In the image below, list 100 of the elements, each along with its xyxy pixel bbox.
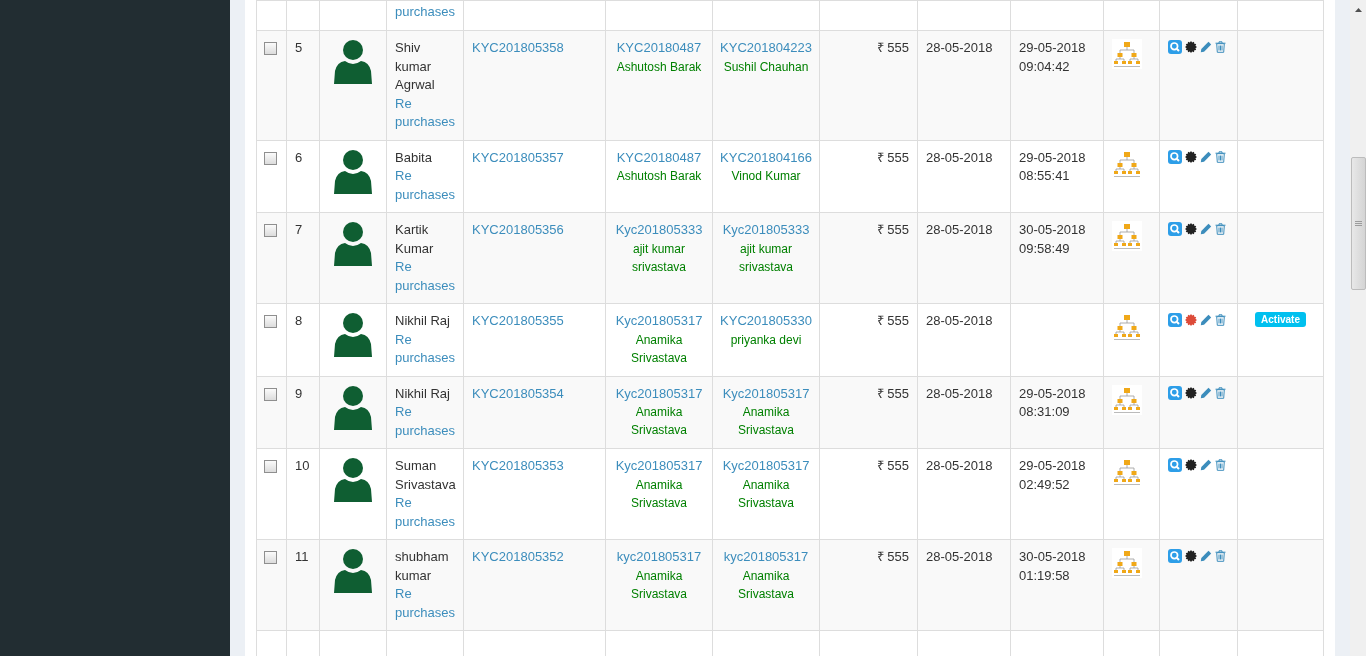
member-id-link[interactable]: KYC201805354 bbox=[472, 385, 564, 401]
activation-time: 08:55:41 bbox=[1019, 167, 1071, 185]
row-checkbox[interactable] bbox=[264, 42, 277, 55]
pencil-icon[interactable] bbox=[1200, 314, 1212, 326]
activation-time: 09:04:42 bbox=[1019, 57, 1071, 76]
member-name: Anamika Srivastava bbox=[630, 476, 688, 512]
repurchases-link[interactable]: Re purchases bbox=[395, 403, 459, 440]
member-name: Anamika Srivastava bbox=[737, 404, 795, 439]
member-id-link[interactable]: kyc201805317 bbox=[723, 548, 809, 567]
member-name: Anamika Srivastava bbox=[630, 567, 688, 603]
org-chart-icon[interactable] bbox=[1112, 312, 1142, 342]
member-id-link[interactable]: Kyc201805317 bbox=[615, 384, 703, 403]
member-id-link[interactable]: KYC201805353 bbox=[472, 458, 564, 473]
row-checkbox[interactable] bbox=[264, 460, 277, 473]
pencil-icon[interactable] bbox=[1200, 150, 1212, 163]
trash-icon[interactable] bbox=[1215, 550, 1226, 562]
activation-date: 30-05-2018 bbox=[1019, 548, 1087, 566]
repurchases-link[interactable]: Re purchases bbox=[395, 330, 459, 368]
scrollbar[interactable] bbox=[1350, 0, 1366, 656]
member-id-link[interactable]: Kyc201805333 bbox=[615, 221, 703, 240]
scrollbar-thumb[interactable] bbox=[1351, 157, 1366, 290]
member-name: ajit kumar srivastava bbox=[631, 240, 687, 276]
member-id-link[interactable]: KYC201805358 bbox=[472, 40, 564, 55]
repurchases-link[interactable]: Re purchases bbox=[395, 167, 459, 204]
member-id-link[interactable]: KYC20180487 bbox=[616, 148, 702, 167]
org-chart-icon[interactable] bbox=[1112, 548, 1142, 578]
trash-icon[interactable] bbox=[1215, 386, 1226, 399]
member-name: priyanka devi bbox=[730, 331, 802, 349]
repurchases-link[interactable]: Re purchases bbox=[395, 585, 459, 622]
scroll-up-arrow-icon[interactable] bbox=[1355, 8, 1362, 12]
row-number: 6 bbox=[295, 149, 303, 165]
badge-icon[interactable] bbox=[1185, 41, 1197, 53]
org-chart-icon[interactable] bbox=[1112, 221, 1142, 251]
member-id-link[interactable]: Kyc201805317 bbox=[615, 312, 703, 331]
row-checkbox[interactable] bbox=[264, 551, 277, 564]
member-id-link[interactable]: kyc201805317 bbox=[616, 548, 702, 567]
org-chart-icon[interactable] bbox=[1112, 384, 1142, 415]
trash-icon[interactable] bbox=[1215, 223, 1226, 235]
activation-time: 01:19:58 bbox=[1019, 566, 1071, 585]
amount: ₹ 555 bbox=[876, 149, 909, 165]
amount: ₹ 555 bbox=[876, 40, 909, 55]
trash-icon[interactable] bbox=[1215, 314, 1226, 326]
member-id-link[interactable]: KYC201805356 bbox=[472, 222, 564, 237]
member-name: Sushil Chauhan bbox=[723, 58, 809, 76]
activation-time: 08:31:09 bbox=[1019, 403, 1071, 421]
badge-icon[interactable] bbox=[1185, 550, 1197, 562]
member-name: Anamika Srivastava bbox=[630, 404, 688, 439]
user-avatar-icon bbox=[334, 549, 372, 593]
user-avatar-icon bbox=[334, 40, 372, 84]
join-date: 28-05-2018 bbox=[926, 549, 993, 564]
member-name: Anamika Srivastava bbox=[737, 567, 795, 603]
badge-icon[interactable] bbox=[1185, 459, 1197, 471]
member-id-link[interactable]: Kyc201805317 bbox=[722, 384, 810, 403]
activate-button[interactable]: Activate bbox=[1255, 312, 1306, 327]
row-number: 8 bbox=[295, 313, 303, 328]
row-checkbox[interactable] bbox=[264, 151, 277, 165]
repurchases-link[interactable]: Re purchases bbox=[395, 94, 459, 132]
member-name: Vinod Kumar bbox=[731, 168, 801, 185]
member-id-link[interactable]: KYC201805330 bbox=[720, 312, 812, 331]
member-name: Shiv kumar Agrwal bbox=[395, 39, 436, 94]
trash-icon[interactable] bbox=[1215, 41, 1226, 53]
member-id-link[interactable]: KYC201804166 bbox=[720, 148, 812, 167]
member-name: Anamika Srivastava bbox=[630, 331, 688, 367]
org-chart-icon[interactable] bbox=[1112, 457, 1142, 487]
trash-icon[interactable] bbox=[1215, 150, 1226, 163]
repurchases-link[interactable]: Re purchases bbox=[395, 494, 459, 531]
amount: ₹ 555 bbox=[876, 549, 909, 564]
member-id-link[interactable]: KYC201805355 bbox=[472, 313, 564, 328]
join-date: 28-05-2018 bbox=[926, 458, 993, 473]
row-checkbox[interactable] bbox=[264, 387, 277, 401]
badge-icon[interactable] bbox=[1185, 150, 1197, 163]
row-number: 10 bbox=[295, 458, 310, 473]
member-id-link[interactable]: Kyc201805333 bbox=[722, 221, 810, 240]
member-id-link[interactable]: KYC20180487 bbox=[616, 39, 702, 58]
badge-icon[interactable] bbox=[1185, 386, 1197, 399]
member-name: Nikhil Raj bbox=[395, 312, 451, 330]
member-id-link[interactable]: Kyc201805317 bbox=[722, 457, 810, 476]
trash-icon[interactable] bbox=[1215, 459, 1226, 471]
member-id-link[interactable]: Kyc201805317 bbox=[615, 457, 703, 476]
user-avatar-icon bbox=[334, 149, 372, 194]
join-date: 28-05-2018 bbox=[926, 222, 993, 237]
user-avatar-icon bbox=[334, 313, 372, 357]
activation-date: 29-05-2018 bbox=[1019, 457, 1087, 475]
pencil-icon[interactable] bbox=[1200, 459, 1212, 471]
member-name: shubham kumar bbox=[395, 548, 450, 585]
join-date: 28-05-2018 bbox=[926, 149, 993, 165]
row-checkbox[interactable] bbox=[264, 224, 277, 237]
user-avatar-icon bbox=[334, 458, 372, 502]
member-id-link[interactable]: KYC201804223 bbox=[720, 39, 812, 58]
search-icon[interactable] bbox=[1168, 313, 1182, 327]
row-number: 5 bbox=[295, 40, 303, 55]
org-chart-icon[interactable] bbox=[1112, 39, 1142, 69]
amount: ₹ 555 bbox=[876, 222, 909, 237]
repurchases-link[interactable]: Re purchases bbox=[395, 258, 459, 295]
member-id-link[interactable]: KYC201805352 bbox=[472, 549, 564, 564]
row-checkbox[interactable] bbox=[264, 315, 277, 328]
row-number: 7 bbox=[295, 222, 303, 237]
join-date: 28-05-2018 bbox=[926, 40, 993, 55]
member-id-link[interactable]: KYC201805357 bbox=[472, 149, 564, 165]
badge-icon[interactable] bbox=[1185, 223, 1197, 235]
